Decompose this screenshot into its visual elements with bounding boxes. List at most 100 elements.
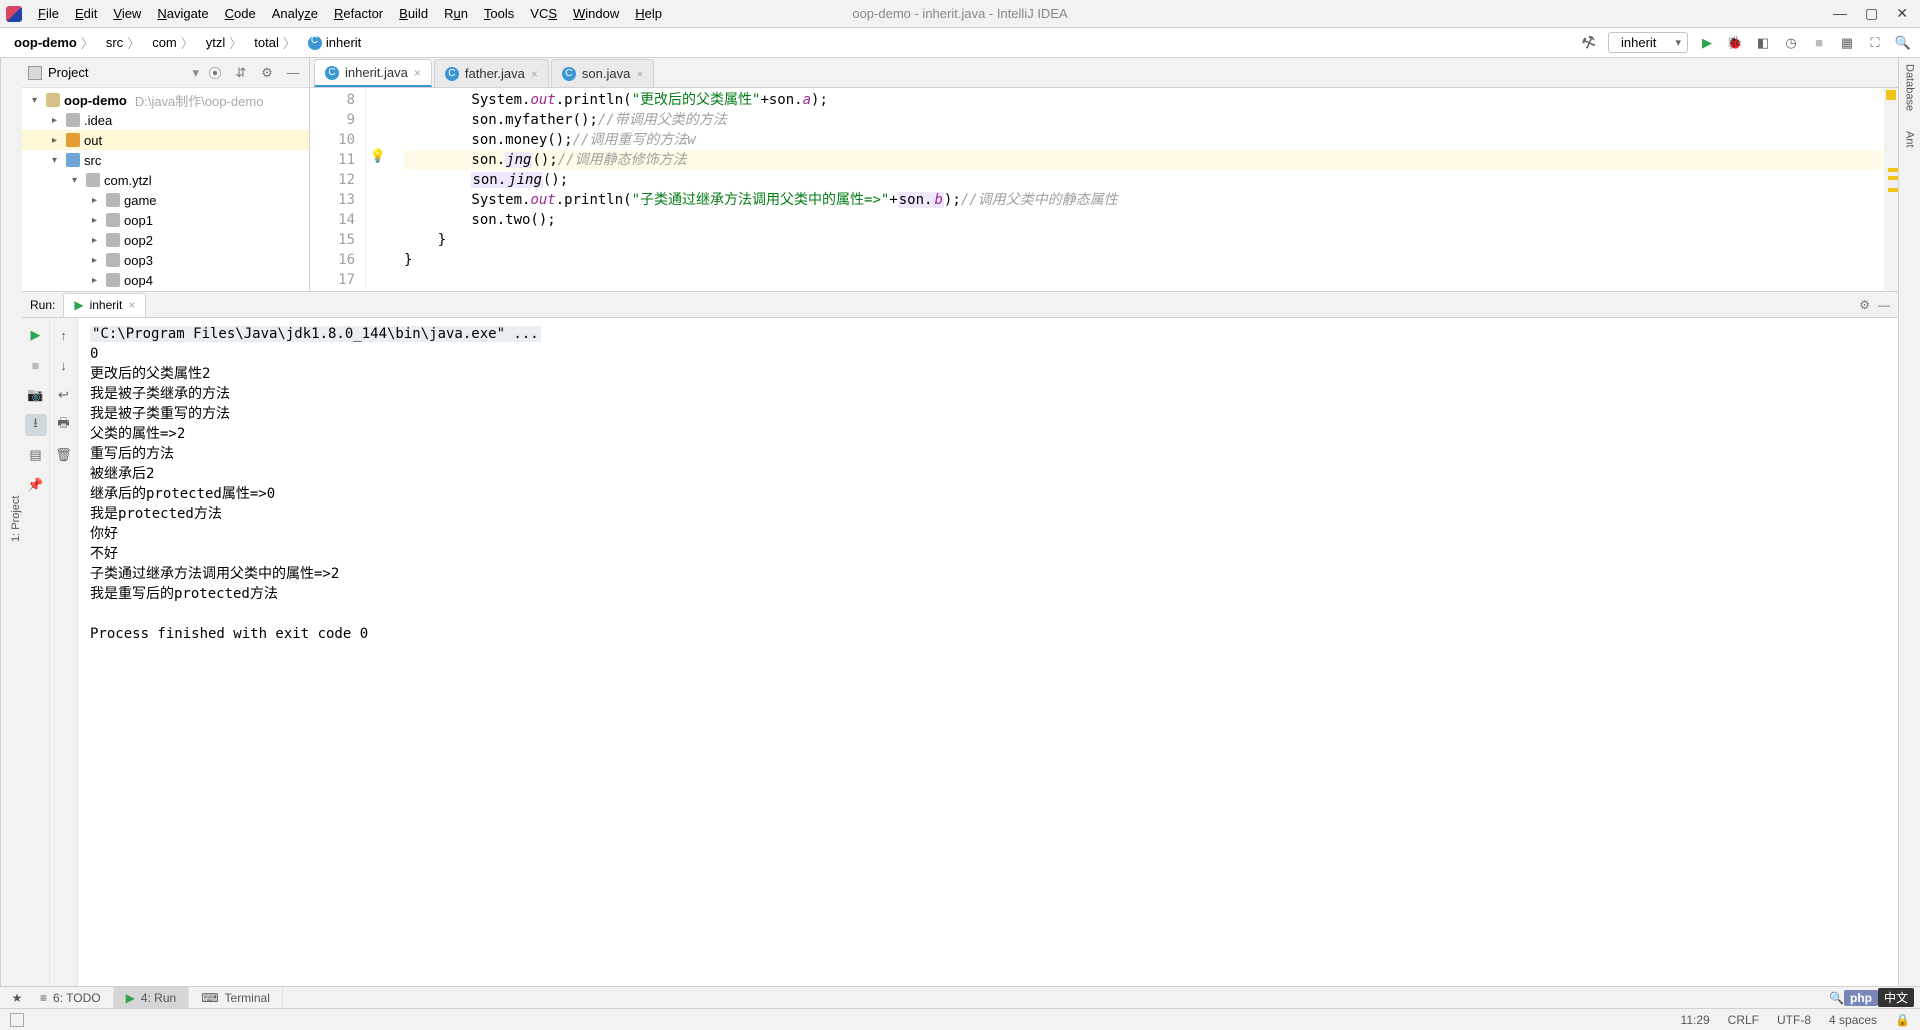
- menu-help[interactable]: Help: [627, 2, 670, 25]
- profile-icon[interactable]: ◷: [1782, 34, 1800, 52]
- window-close-icon[interactable]: ✕: [1896, 5, 1908, 22]
- chevron-right-icon[interactable]: ▸: [92, 275, 102, 286]
- tree-root[interactable]: ▾ oop-demo D:\java制作\oop-demo: [22, 90, 309, 110]
- status-encoding[interactable]: UTF-8: [1777, 1013, 1811, 1027]
- print-icon[interactable]: 🖶: [53, 414, 75, 436]
- chevron-down-icon[interactable]: ▾: [192, 65, 199, 81]
- menu-vcs[interactable]: VCS: [522, 2, 565, 25]
- expand-icon[interactable]: ⛶: [1866, 34, 1884, 52]
- status-line-sep[interactable]: CRLF: [1728, 1013, 1759, 1027]
- close-icon[interactable]: ×: [531, 67, 538, 81]
- breadcrumb-item[interactable]: total 〉: [250, 31, 300, 54]
- menu-edit[interactable]: Edit: [67, 2, 105, 25]
- locate-icon[interactable]: ⦿: [205, 63, 225, 82]
- editor-tab[interactable]: C father.java ×: [434, 59, 549, 87]
- gear-icon[interactable]: ⚙: [1859, 298, 1870, 312]
- breadcrumb-item[interactable]: src 〉: [102, 31, 144, 54]
- bottom-tab-terminal[interactable]: ⌨ Terminal: [189, 987, 283, 1008]
- window-maximize-icon[interactable]: ▢: [1865, 5, 1878, 22]
- warning-marker-icon[interactable]: [1888, 176, 1898, 180]
- tree-item[interactable]: ▸ oop4: [22, 270, 309, 290]
- status-left-icon[interactable]: [10, 1013, 24, 1027]
- search-icon[interactable]: 🔍: [1894, 34, 1912, 52]
- chevron-right-icon[interactable]: ▸: [92, 235, 102, 246]
- project-tree[interactable]: ▾ oop-demo D:\java制作\oop-demo ▸ .idea ▸ …: [22, 88, 309, 291]
- editor-tab[interactable]: C son.java ×: [551, 59, 654, 87]
- breadcrumb-item[interactable]: ytzl 〉: [202, 31, 247, 54]
- chevron-right-icon[interactable]: ▸: [92, 255, 102, 266]
- window-minimize-icon[interactable]: —: [1833, 5, 1847, 22]
- toolstrip-ant[interactable]: Ant: [1904, 131, 1916, 148]
- chevron-right-icon[interactable]: ▸: [92, 215, 102, 226]
- tree-item[interactable]: ▸ oop2: [22, 230, 309, 250]
- status-indent[interactable]: 4 spaces: [1829, 1013, 1877, 1027]
- menu-run[interactable]: Run: [436, 2, 476, 25]
- editor-tab[interactable]: C inherit.java ×: [314, 59, 432, 87]
- menu-code[interactable]: Code: [217, 2, 264, 25]
- debug-icon[interactable]: 🐞: [1726, 34, 1744, 52]
- rerun-icon[interactable]: ▶: [25, 324, 47, 346]
- stop-icon[interactable]: ■: [1810, 34, 1828, 52]
- intention-bulb-icon[interactable]: 💡: [370, 149, 386, 164]
- event-log-icon[interactable]: 🔍: [1829, 991, 1844, 1005]
- close-icon[interactable]: ×: [414, 66, 421, 80]
- tree-item-package[interactable]: ▾ com.ytzl: [22, 170, 309, 190]
- toolstrip-project[interactable]: 1: Project: [10, 496, 22, 542]
- down-icon[interactable]: ↓: [53, 354, 75, 376]
- menu-window[interactable]: Window: [565, 2, 627, 25]
- layout-icon[interactable]: ▦: [1838, 34, 1856, 52]
- status-caret-pos[interactable]: 11:29: [1681, 1013, 1710, 1027]
- wrap-icon[interactable]: ↩: [53, 384, 75, 406]
- menu-tools[interactable]: Tools: [476, 2, 522, 25]
- project-header-label[interactable]: Project: [48, 65, 186, 80]
- bottom-tab-todo[interactable]: ≡ 6: TODO: [28, 987, 114, 1008]
- menu-navigate[interactable]: Navigate: [149, 2, 216, 25]
- toolstrip-database[interactable]: Database: [1904, 64, 1916, 111]
- code-area[interactable]: System.out.println("更改后的父类属性"+son.a); so…: [390, 88, 1884, 291]
- warning-marker-icon[interactable]: [1888, 168, 1898, 172]
- menu-analyze[interactable]: Analyze: [264, 2, 326, 25]
- run-tab[interactable]: ▶ inherit ×: [63, 293, 146, 317]
- dump-icon[interactable]: 📷: [25, 384, 47, 406]
- trash-icon[interactable]: 🗑: [53, 444, 75, 466]
- collapse-icon[interactable]: ⇵: [231, 65, 251, 81]
- build-icon[interactable]: ⚒: [1577, 31, 1600, 54]
- tree-item[interactable]: ▸ oop3: [22, 250, 309, 270]
- tree-item[interactable]: ▸ oop1: [22, 210, 309, 230]
- close-icon[interactable]: ×: [128, 298, 135, 312]
- line-number-gutter[interactable]: 891011121314151617: [310, 88, 366, 291]
- close-icon[interactable]: ×: [636, 67, 643, 81]
- run-config-select[interactable]: inherit: [1608, 32, 1688, 53]
- scroll-to-end-icon[interactable]: ⭳: [25, 414, 47, 436]
- chevron-right-icon[interactable]: ▸: [52, 135, 62, 146]
- tree-item-out[interactable]: ▸ out: [22, 130, 309, 150]
- warning-marker-icon[interactable]: [1888, 188, 1898, 192]
- chevron-down-icon[interactable]: ▾: [72, 175, 82, 186]
- menu-build[interactable]: Build: [391, 2, 436, 25]
- tree-item[interactable]: ▸ game: [22, 190, 309, 210]
- code-editor[interactable]: 891011121314151617 💡 System.out.println(…: [310, 88, 1898, 291]
- breadcrumb-item[interactable]: com 〉: [148, 31, 198, 54]
- tree-item-src[interactable]: ▾ src: [22, 150, 309, 170]
- menu-view[interactable]: View: [105, 2, 149, 25]
- breadcrumb-file[interactable]: inherit: [304, 33, 365, 52]
- gear-icon[interactable]: ⚙: [257, 65, 277, 81]
- chevron-right-icon[interactable]: ▸: [52, 115, 62, 126]
- up-icon[interactable]: ↑: [53, 324, 75, 346]
- run-icon[interactable]: ▶: [1698, 34, 1716, 52]
- chevron-down-icon[interactable]: ▾: [32, 95, 42, 106]
- chevron-down-icon[interactable]: ▾: [52, 155, 62, 166]
- star-icon[interactable]: ★: [6, 991, 28, 1005]
- pin-icon[interactable]: 📌: [25, 474, 47, 496]
- coverage-icon[interactable]: ◧: [1754, 34, 1772, 52]
- bottom-tab-run[interactable]: ▶ 4: Run: [114, 987, 190, 1008]
- minimize-icon[interactable]: —: [283, 65, 303, 80]
- stop-icon[interactable]: ■: [25, 354, 47, 376]
- minimize-icon[interactable]: —: [1878, 298, 1890, 312]
- console-output[interactable]: "C:\Program Files\Java\jdk1.8.0_144\bin\…: [78, 318, 1898, 986]
- layout-icon[interactable]: ▤: [25, 444, 47, 466]
- menu-file[interactable]: File: [30, 2, 67, 25]
- status-lock-icon[interactable]: 🔒: [1895, 1013, 1910, 1027]
- tree-item[interactable]: ▸ .idea: [22, 110, 309, 130]
- breadcrumb-root[interactable]: oop-demo 〉: [10, 31, 98, 54]
